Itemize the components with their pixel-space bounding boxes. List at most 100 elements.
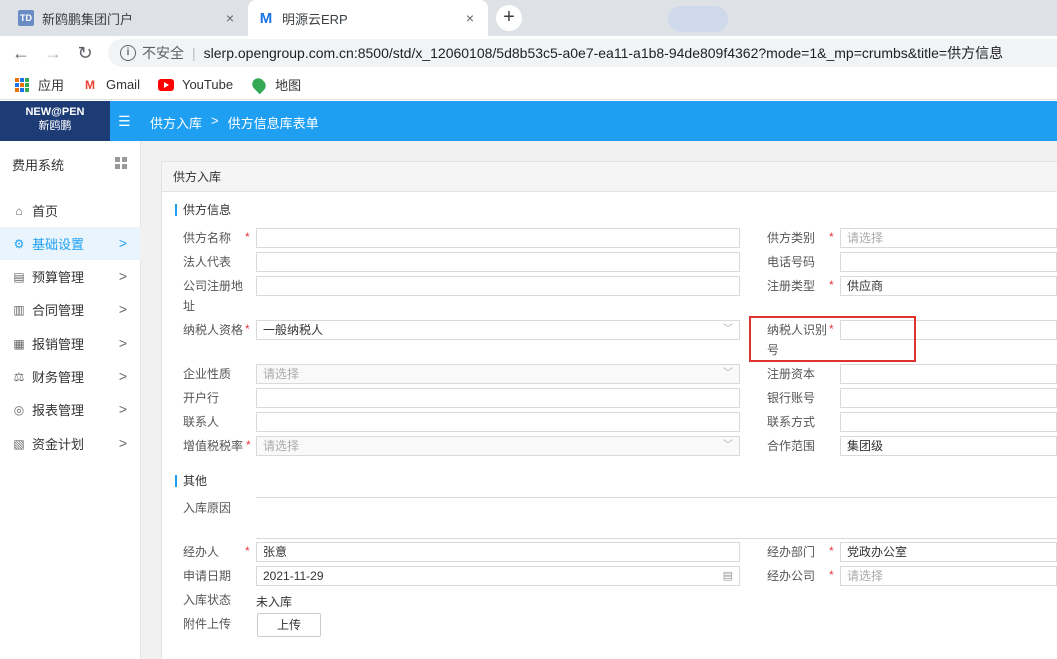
apply-date-label: 申请日期 xyxy=(183,569,232,583)
sidebar-item-label: 预算管理 xyxy=(32,270,85,285)
menu-toggle-icon[interactable]: ☰ xyxy=(118,113,131,130)
chevron-right-icon: > xyxy=(211,113,219,128)
upload-button[interactable]: 上传 xyxy=(257,613,321,637)
reason-textarea[interactable] xyxy=(256,497,1057,539)
contact-input[interactable] xyxy=(256,412,740,432)
apply-date-input[interactable]: 2021-11-29 ▤ xyxy=(256,566,740,586)
sidebar-item[interactable]: ▦ 报销管理 > xyxy=(0,327,141,360)
required-mark: * xyxy=(829,278,834,292)
reload-icon[interactable]: ↻ xyxy=(72,40,98,66)
sidebar: 费用系统 ⌂ 首页 ⚙ 基础设置 > ▤ 预算管理 > ▥ 合同管理 > ▦ 报销管理 > ⚖ 财务管理 > ◎ 报… xyxy=(0,141,141,659)
coop-scope-label: 合作范围 xyxy=(767,439,816,453)
breadcrumb: 供方入库 > 供方信息库表单 xyxy=(150,113,319,132)
legal-rep-input[interactable] xyxy=(256,252,740,272)
bank-account-input[interactable] xyxy=(840,388,1057,408)
panel-title: 供方入库 xyxy=(162,162,1057,192)
handler-company-select[interactable]: 请选择 xyxy=(840,566,1057,586)
taxpayer-qual-select[interactable]: 一般纳税人 ﹀ xyxy=(256,320,740,340)
contact-method-input[interactable] xyxy=(840,412,1057,432)
company-logo[interactable]: NEW@PEN 新鸥鹏 xyxy=(0,101,110,141)
forward-arrow-icon[interactable]: → xyxy=(40,40,66,66)
portal-favicon-icon: TD xyxy=(18,10,34,26)
chevron-down-icon: ﹀ xyxy=(723,440,733,451)
close-tab-icon[interactable]: × xyxy=(222,10,238,26)
phone-input[interactable] xyxy=(840,252,1057,272)
breadcrumb-item[interactable]: 供方入库 xyxy=(150,113,202,132)
reg-type-select[interactable]: 供应商 xyxy=(840,276,1057,296)
sidebar-item-label: 首页 xyxy=(32,204,59,219)
taxpayer-qual-label: 纳税人资格 xyxy=(183,323,244,337)
info-icon[interactable]: i xyxy=(120,45,136,61)
sidebar-item[interactable]: ▧ 资金计划 > xyxy=(0,427,141,460)
browser-tab-portal[interactable]: TD 新鸥鹏集团门户 × xyxy=(8,0,248,36)
enterprise-nature-select[interactable]: 请选择 ﹀ xyxy=(256,364,740,384)
chevron-right-icon: > xyxy=(118,235,127,251)
bookmarks-bar: 应用 M Gmail YouTube 地图 xyxy=(0,70,1057,100)
select-placeholder: 请选择 xyxy=(263,367,300,381)
handler-dept-select[interactable]: 党政办公室 xyxy=(840,542,1057,562)
chevron-right-icon: > xyxy=(118,368,127,384)
required-mark: * xyxy=(245,230,250,244)
date-value: 2021-11-29 xyxy=(263,569,324,583)
bookmark-maps[interactable]: 地图 xyxy=(249,75,302,94)
breadcrumb-item-current: 供方信息库表单 xyxy=(227,116,319,131)
report-icon: ◎ xyxy=(13,402,25,417)
vat-rate-select[interactable]: 请选择 ﹀ xyxy=(256,436,740,456)
browser-toolbar: ← → ↻ i 不安全 | slerp.opengroup.com.cn:850… xyxy=(0,36,1057,70)
supplier-type-select[interactable]: 请选择 xyxy=(840,228,1057,248)
section-title-supplier-info: 供方信息 xyxy=(175,204,231,216)
youtube-icon xyxy=(157,77,174,93)
handler-input[interactable]: 张意 xyxy=(256,542,740,562)
sidebar-item[interactable]: ▥ 合同管理 > xyxy=(0,293,141,326)
url-text: slerp.opengroup.com.cn:8500/std/x_120601… xyxy=(203,45,1004,61)
required-mark: * xyxy=(245,322,250,336)
enterprise-nature-label: 企业性质 xyxy=(183,367,232,381)
sidebar-item[interactable]: ⚙ 基础设置 > xyxy=(0,227,141,260)
bank-input[interactable] xyxy=(256,388,740,408)
sidebar-item[interactable]: ▤ 预算管理 > xyxy=(0,260,141,293)
section-title-other: 其他 xyxy=(175,475,207,487)
logo-subtext: 新鸥鹏 xyxy=(38,120,72,132)
required-mark: * xyxy=(245,544,250,558)
chevron-right-icon: > xyxy=(118,268,127,284)
select-placeholder: 请选择 xyxy=(263,439,300,453)
sidebar-item-label: 报表管理 xyxy=(32,403,85,418)
new-tab-button[interactable]: + xyxy=(496,5,522,31)
close-tab-icon[interactable]: × xyxy=(462,10,478,26)
reg-address-input[interactable] xyxy=(256,276,740,296)
calendar-icon[interactable]: ▤ xyxy=(723,567,733,585)
reg-capital-input[interactable] xyxy=(840,364,1057,384)
sidebar-item[interactable]: ⌂ 首页 xyxy=(0,194,141,227)
gmail-icon: M xyxy=(85,77,96,92)
grid-menu-icon[interactable] xyxy=(115,157,127,169)
sidebar-title: 费用系统 xyxy=(12,158,65,173)
browser-tab-strip: TD 新鸥鹏集团门户 × M 明源云ERP × + xyxy=(0,0,1057,36)
vat-rate-label: 增值税税率 xyxy=(183,439,244,453)
sidebar-item[interactable]: ◎ 报表管理 > xyxy=(0,393,141,426)
tab-title: 新鸥鹏集团门户 xyxy=(42,11,134,27)
handler-company-label: 经办公司 xyxy=(767,569,816,583)
insecure-label: 不安全 xyxy=(142,45,184,61)
sidebar-item-label: 基础设置 xyxy=(32,237,85,252)
erp-favicon-icon: M xyxy=(259,9,273,27)
supplier-name-input[interactable] xyxy=(256,228,740,248)
bookmark-youtube[interactable]: YouTube xyxy=(157,77,233,93)
home-icon: ⌂ xyxy=(15,203,23,218)
sidebar-item[interactable]: ⚖ 财务管理 > xyxy=(0,360,141,393)
bookmark-label: 地图 xyxy=(275,78,302,93)
sidebar-item-label: 资金计划 xyxy=(32,437,85,452)
reason-label: 入库原因 xyxy=(183,501,232,515)
coop-scope-select[interactable]: 集团级 xyxy=(840,436,1057,456)
bookmark-gmail[interactable]: M Gmail xyxy=(82,77,140,93)
decorative-cloud-icon xyxy=(668,6,728,32)
back-arrow-icon[interactable]: ← xyxy=(8,40,34,66)
address-bar[interactable]: i 不安全 | slerp.opengroup.com.cn:8500/std/… xyxy=(108,39,1057,67)
handler-dept-label: 经办部门 xyxy=(767,545,816,559)
bookmark-apps[interactable]: 应用 xyxy=(14,75,64,94)
sidebar-item-label: 财务管理 xyxy=(32,370,85,385)
highlight-box xyxy=(749,316,916,362)
reg-address-label: 公司注册地 xyxy=(183,279,244,293)
browser-tab-erp[interactable]: M 明源云ERP × xyxy=(248,0,488,36)
required-mark: * xyxy=(829,544,834,558)
bookmark-label: Gmail xyxy=(106,77,140,92)
